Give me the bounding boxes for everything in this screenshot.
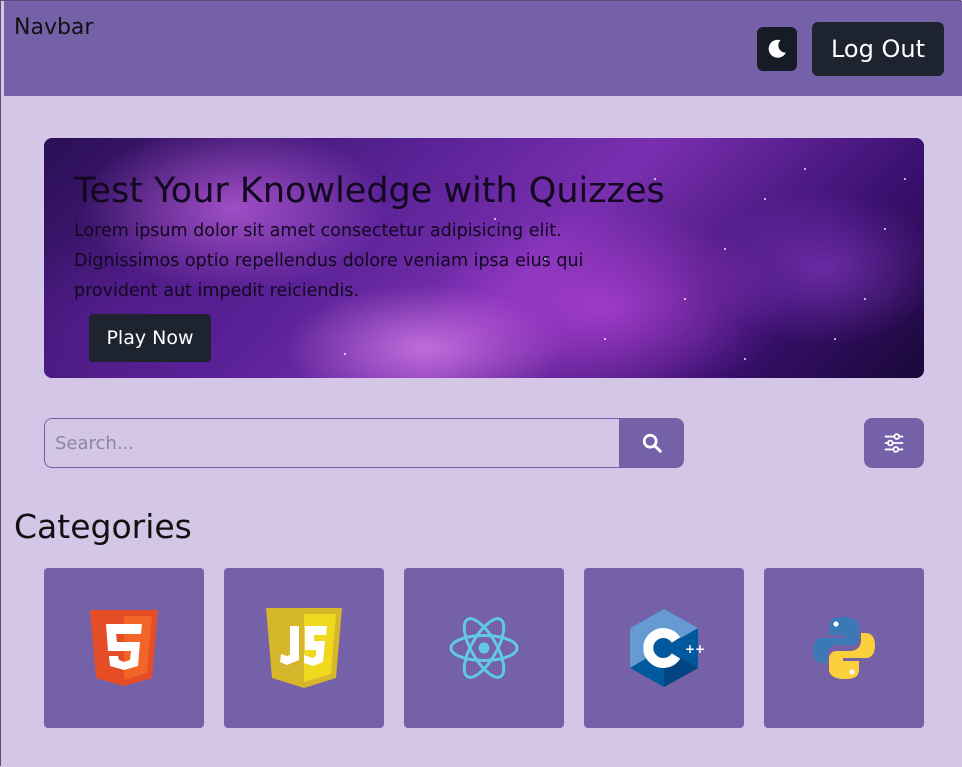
moon-icon: [768, 39, 786, 58]
react-icon: [449, 617, 519, 679]
html5-icon: [90, 610, 158, 686]
hero-banner: Test Your Knowledge with Quizzes Lorem i…: [44, 138, 924, 378]
python-icon: [813, 617, 875, 679]
search-icon: [642, 433, 662, 453]
logout-button[interactable]: Log Out: [812, 22, 944, 76]
search-button[interactable]: [619, 418, 684, 468]
filter-button[interactable]: [864, 418, 924, 468]
hero-title: Test Your Knowledge with Quizzes: [74, 171, 665, 211]
category-cplusplus[interactable]: ++: [584, 568, 744, 728]
navbar-brand[interactable]: Navbar: [14, 15, 93, 40]
hero-description: Lorem ipsum dolor sit amet consectetur a…: [74, 221, 584, 301]
play-now-button[interactable]: Play Now: [89, 314, 211, 362]
category-javascript[interactable]: [224, 568, 384, 728]
category-python[interactable]: [764, 568, 924, 728]
category-html[interactable]: [44, 568, 204, 728]
svg-text:++: ++: [685, 642, 705, 656]
theme-toggle-button[interactable]: [757, 27, 797, 71]
categories-heading: Categories: [14, 507, 192, 546]
cplusplus-icon: ++: [630, 609, 705, 687]
sliders-icon: [884, 433, 904, 453]
javascript-icon: [266, 608, 342, 688]
category-react[interactable]: [404, 568, 564, 728]
search-input[interactable]: [44, 418, 619, 468]
navbar: Navbar Log Out: [4, 1, 962, 96]
